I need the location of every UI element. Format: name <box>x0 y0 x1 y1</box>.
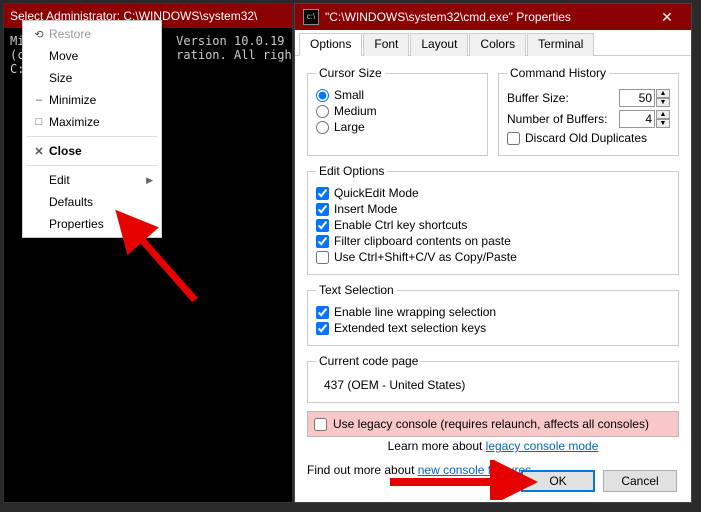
codepage-group: Current code page 437 (OEM - United Stat… <box>307 354 679 403</box>
command-history-legend: Command History <box>507 66 609 80</box>
cancel-button[interactable]: Cancel <box>603 470 677 492</box>
menu-size[interactable]: Size <box>23 67 161 89</box>
close-icon: ✕ <box>29 145 49 158</box>
checkbox-line-wrap[interactable]: Enable line wrapping selection <box>316 305 670 319</box>
menu-edit[interactable]: Edit ▶ <box>23 169 161 191</box>
buffer-size-label: Buffer Size: <box>507 91 569 105</box>
checkbox-extended-keys[interactable]: Extended text selection keys <box>316 321 670 335</box>
menu-restore[interactable]: ⟲ Restore <box>23 23 161 45</box>
legacy-console-highlight: Use legacy console (requires relaunch, a… <box>307 411 679 437</box>
tab-font[interactable]: Font <box>363 33 409 56</box>
checkbox-ctrl-shift-cv[interactable]: Use Ctrl+Shift+C/V as Copy/Paste <box>316 250 670 264</box>
dialog-title: "C:\WINDOWS\system32\cmd.exe" Properties <box>325 10 647 24</box>
checkbox-quickedit[interactable]: QuickEdit Mode <box>316 186 670 200</box>
close-button[interactable]: ✕ <box>647 4 687 30</box>
radio-small[interactable]: Small <box>316 88 479 102</box>
learn-more-text: Learn more about legacy console mode <box>307 439 679 453</box>
radio-large[interactable]: Large <box>316 120 479 134</box>
num-buffers-spinner[interactable]: ▲▼ <box>619 110 670 128</box>
spin-down-icon[interactable]: ▼ <box>656 119 670 128</box>
num-buffers-input[interactable] <box>619 110 655 128</box>
restore-icon: ⟲ <box>29 28 49 41</box>
cmd-icon: c:\ <box>303 9 319 25</box>
menu-move[interactable]: Move <box>23 45 161 67</box>
chevron-right-icon: ▶ <box>146 175 155 186</box>
spin-up-icon[interactable]: ▲ <box>656 89 670 98</box>
tab-body-options: Cursor Size Small Medium Large Command H… <box>295 56 691 502</box>
tab-layout[interactable]: Layout <box>410 33 468 56</box>
legacy-console-label: Use legacy console (requires relaunch, a… <box>333 417 649 431</box>
buffer-size-input[interactable] <box>619 89 655 107</box>
cursor-size-group: Cursor Size Small Medium Large <box>307 66 488 156</box>
tab-terminal[interactable]: Terminal <box>527 33 594 56</box>
menu-close[interactable]: ✕ Close <box>23 140 161 162</box>
text-selection-group: Text Selection Enable line wrapping sele… <box>307 283 679 346</box>
tab-colors[interactable]: Colors <box>469 33 526 56</box>
checkbox-legacy-console[interactable] <box>314 418 327 431</box>
ok-button[interactable]: OK <box>521 470 595 492</box>
properties-dialog: c:\ "C:\WINDOWS\system32\cmd.exe" Proper… <box>294 3 692 503</box>
tab-strip: Options Font Layout Colors Terminal <box>295 30 691 56</box>
command-history-group: Command History Buffer Size: ▲▼ Number o… <box>498 66 679 156</box>
minimize-icon: – <box>29 94 49 106</box>
menu-minimize[interactable]: – Minimize <box>23 89 161 111</box>
num-buffers-label: Number of Buffers: <box>507 112 608 126</box>
spin-down-icon[interactable]: ▼ <box>656 98 670 107</box>
radio-medium[interactable]: Medium <box>316 104 479 118</box>
codepage-legend: Current code page <box>316 354 421 368</box>
edit-options-group: Edit Options QuickEdit Mode Insert Mode … <box>307 164 679 275</box>
maximize-icon: □ <box>29 116 49 128</box>
checkbox-filter-clipboard[interactable]: Filter clipboard contents on paste <box>316 234 670 248</box>
menu-properties[interactable]: Properties <box>23 213 161 235</box>
checkbox-ctrl-shortcuts[interactable]: Enable Ctrl key shortcuts <box>316 218 670 232</box>
new-features-link[interactable]: new console features <box>418 463 531 477</box>
cursor-size-legend: Cursor Size <box>316 66 385 80</box>
spin-up-icon[interactable]: ▲ <box>656 110 670 119</box>
tab-options[interactable]: Options <box>299 33 362 56</box>
context-menu: ⟲ Restore Move Size – Minimize □ Maximiz… <box>22 20 162 238</box>
separator <box>27 165 157 166</box>
codepage-value: 437 (OEM - United States) <box>316 374 670 394</box>
separator <box>27 136 157 137</box>
buffer-size-spinner[interactable]: ▲▼ <box>619 89 670 107</box>
edit-options-legend: Edit Options <box>316 164 387 178</box>
checkbox-insert[interactable]: Insert Mode <box>316 202 670 216</box>
checkbox-discard-old[interactable]: Discard Old Duplicates <box>507 131 670 145</box>
dialog-titlebar[interactable]: c:\ "C:\WINDOWS\system32\cmd.exe" Proper… <box>295 4 691 30</box>
legacy-mode-link[interactable]: legacy console mode <box>486 439 599 453</box>
text-selection-legend: Text Selection <box>316 283 397 297</box>
menu-defaults[interactable]: Defaults <box>23 191 161 213</box>
menu-maximize[interactable]: □ Maximize <box>23 111 161 133</box>
